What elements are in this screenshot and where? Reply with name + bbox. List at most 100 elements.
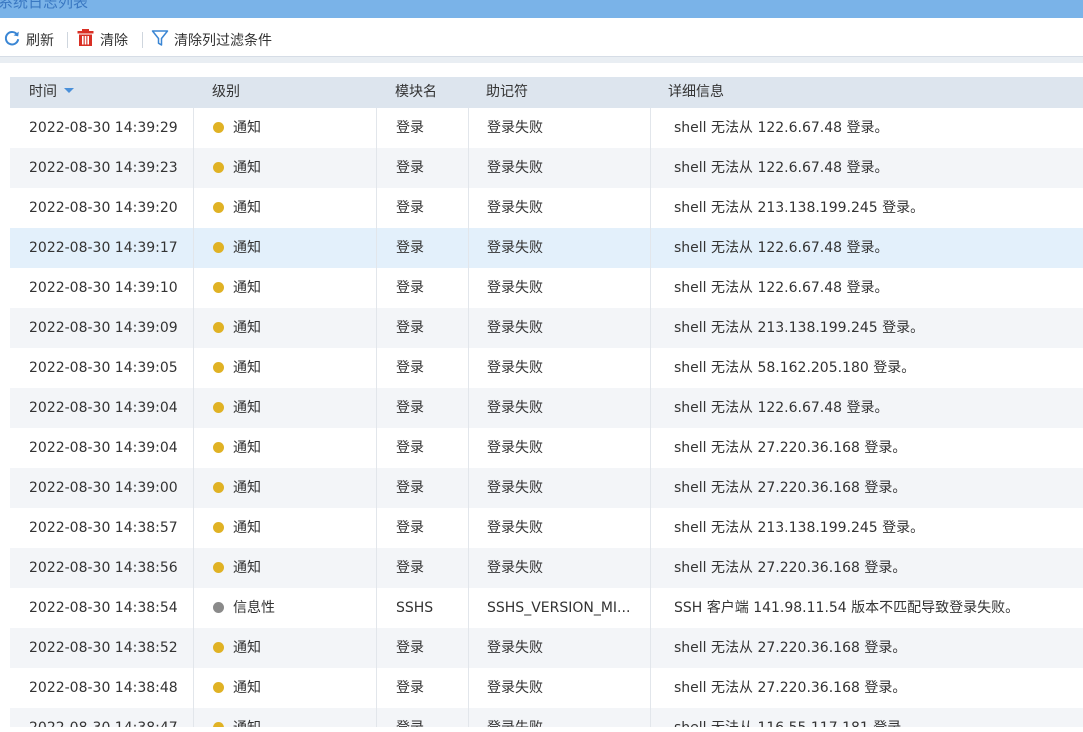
cell-module: 登录	[376, 348, 468, 388]
level-text: 信息性	[233, 600, 275, 616]
cell-module: 登录	[376, 628, 468, 668]
level-text: 通知	[233, 480, 261, 496]
level-text: 通知	[233, 240, 261, 256]
cell-level: 通知	[193, 148, 376, 188]
column-header-level[interactable]: 级别	[193, 77, 376, 108]
table-row[interactable]: 2022-08-30 14:39:09 通知 登录 登录失败 shell 无法从 213…	[10, 308, 1083, 348]
clear-label: 清除	[100, 32, 128, 49]
table-row[interactable]: 2022-08-30 14:39:29 通知 登录 登录失败 shell 无法从 122…	[10, 108, 1083, 148]
cell-module: 登录	[376, 148, 468, 188]
table-body: 2022-08-30 14:39:29 通知 登录 登录失败 shell 无法从 122…	[10, 108, 1083, 727]
window-title: 系统日志列表	[0, 0, 89, 11]
column-header-time[interactable]: 时间	[10, 77, 193, 108]
table-row[interactable]: 2022-08-30 14:38:48 通知 登录 登录失败 shell 无法从 27.…	[10, 668, 1083, 708]
cell-mnemonic: 登录失败	[468, 428, 650, 468]
table-row[interactable]: 2022-08-30 14:38:54 信息性 SSHS SSHS_VERSION_M…	[10, 588, 1083, 628]
level-dot-icon	[213, 721, 224, 727]
column-header-module[interactable]: 模块名	[376, 77, 468, 108]
cell-level: 通知	[193, 308, 376, 348]
refresh-icon	[3, 29, 21, 51]
level-text: 通知	[233, 200, 261, 216]
level-text: 通知	[233, 560, 261, 576]
cell-details: shell 无法从 27.220.36.168 登录。	[650, 548, 1083, 588]
level-dot-icon	[213, 161, 224, 173]
cell-module: 登录	[376, 468, 468, 508]
cell-mnemonic: 登录失败	[468, 308, 650, 348]
table-row[interactable]: 2022-08-30 14:38:56 通知 登录 登录失败 shell 无法从 27.…	[10, 548, 1083, 588]
cell-details: shell 无法从 58.162.205.180 登录。	[650, 348, 1083, 388]
cell-time: 2022-08-30 14:38:54	[29, 600, 178, 616]
cell-mnemonic: 登录失败	[468, 348, 650, 388]
table-row[interactable]: 2022-08-30 14:39:04 通知 登录 登录失败 shell 无法从 27.…	[10, 428, 1083, 468]
table-header: 时间 级别 模块名 助记符 详细信息	[10, 77, 1083, 108]
refresh-button[interactable]: 刷新	[3, 23, 54, 56]
sort-descending-icon[interactable]	[64, 88, 74, 93]
level-text: 通知	[233, 520, 261, 536]
cell-mnemonic: 登录失败	[468, 668, 650, 708]
cell-level: 通知	[193, 668, 376, 708]
cell-module: SSHS	[376, 588, 468, 628]
cell-time: 2022-08-30 14:39:29	[29, 120, 178, 136]
table-row[interactable]: 2022-08-30 14:39:00 通知 登录 登录失败 shell 无法从 27.…	[10, 468, 1083, 508]
cell-mnemonic: 登录失败	[468, 508, 650, 548]
cell-time: 2022-08-30 14:38:57	[29, 520, 178, 536]
cell-mnemonic: 登录失败	[468, 148, 650, 188]
cell-time: 2022-08-30 14:39:04	[29, 440, 178, 456]
table-row[interactable]: 2022-08-30 14:39:17 通知 登录 登录失败 shell 无法从 122…	[10, 228, 1083, 268]
cell-module: 登录	[376, 108, 468, 148]
level-dot-icon	[213, 281, 224, 293]
cell-time: 2022-08-30 14:38:48	[29, 680, 178, 696]
level-text: 通知	[233, 280, 261, 296]
cell-details: shell 无法从 27.220.36.168 登录。	[650, 428, 1083, 468]
table-row[interactable]: 2022-08-30 14:39:05 通知 登录 登录失败 shell 无法从 58.…	[10, 348, 1083, 388]
cell-mnemonic: SSHS_VERSION_MI...	[468, 588, 650, 628]
table-row[interactable]: 2022-08-30 14:38:52 通知 登录 登录失败 shell 无法从 27.…	[10, 628, 1083, 668]
clear-column-filter-button[interactable]: 清除列过滤条件	[151, 23, 272, 56]
cell-mnemonic: 登录失败	[468, 708, 650, 727]
level-dot-icon	[213, 121, 224, 133]
table-row[interactable]: 2022-08-30 14:39:10 通知 登录 登录失败 shell 无法从 122…	[10, 268, 1083, 308]
cell-level: 通知	[193, 468, 376, 508]
level-text: 通知	[233, 720, 261, 727]
cell-details: shell 无法从 122.6.67.48 登录。	[650, 228, 1083, 268]
cell-level: 通知	[193, 108, 376, 148]
table-row[interactable]: 2022-08-30 14:38:47 通知 登录登录失败shell 无法从 116…	[10, 708, 1083, 727]
cell-mnemonic: 登录失败	[468, 628, 650, 668]
cell-time: 2022-08-30 14:39:05	[29, 360, 178, 376]
cell-level: 通知	[193, 628, 376, 668]
filter-icon	[151, 29, 169, 51]
table-row[interactable]: 2022-08-30 14:39:23 通知 登录 登录失败 shell 无法从 122…	[10, 148, 1083, 188]
cell-details: shell 无法从 122.6.67.48 登录。	[650, 268, 1083, 308]
cell-module: 登录	[376, 548, 468, 588]
cell-details: shell 无法从 27.220.36.168 登录。	[650, 468, 1083, 508]
cell-time: 2022-08-30 14:38:56	[29, 560, 178, 576]
toolbar-separator	[142, 32, 143, 48]
cell-module: 登录	[376, 308, 468, 348]
cell-mnemonic: 登录失败	[468, 548, 650, 588]
cell-details: shell 无法从 122.6.67.48 登录。	[650, 148, 1083, 188]
cell-mnemonic: 登录失败	[468, 108, 650, 148]
column-header-mnemonic[interactable]: 助记符	[468, 77, 650, 108]
log-table: 时间 级别 模块名 助记符 详细信息 2022-08-30 14:39:29 通知…	[10, 77, 1083, 727]
clear-button[interactable]: 清除	[76, 23, 128, 56]
window-title-bar: 系统日志列表	[0, 0, 1083, 18]
column-header-details[interactable]: 详细信息	[650, 77, 1083, 108]
cell-details: shell 无法从 122.6.67.48 登录。	[650, 388, 1083, 428]
level-text: 通知	[233, 680, 261, 696]
cell-details: shell 无法从 116.55.117.181 登录。	[650, 708, 1083, 727]
cell-time: 2022-08-30 14:38:47	[10, 708, 193, 727]
table-row[interactable]: 2022-08-30 14:38:57 通知 登录 登录失败 shell 无法从 213…	[10, 508, 1083, 548]
cell-mnemonic: 登录失败	[468, 468, 650, 508]
cell-details: shell 无法从 213.138.199.245 登录。	[650, 508, 1083, 548]
level-text: 通知	[233, 360, 261, 376]
level-text: 通知	[233, 120, 261, 136]
cell-level: 信息性	[193, 588, 376, 628]
level-dot-icon	[213, 681, 224, 693]
table-row[interactable]: 2022-08-30 14:39:20 通知 登录 登录失败 shell 无法从 213…	[10, 188, 1083, 228]
level-dot-icon	[213, 361, 224, 373]
table-row[interactable]: 2022-08-30 14:39:04 通知 登录 登录失败 shell 无法从 122…	[10, 388, 1083, 428]
cell-time: 2022-08-30 14:39:23	[29, 160, 178, 176]
cell-level: 通知	[193, 228, 376, 268]
cell-module: 登录	[376, 188, 468, 228]
cell-module: 登录	[376, 708, 468, 727]
